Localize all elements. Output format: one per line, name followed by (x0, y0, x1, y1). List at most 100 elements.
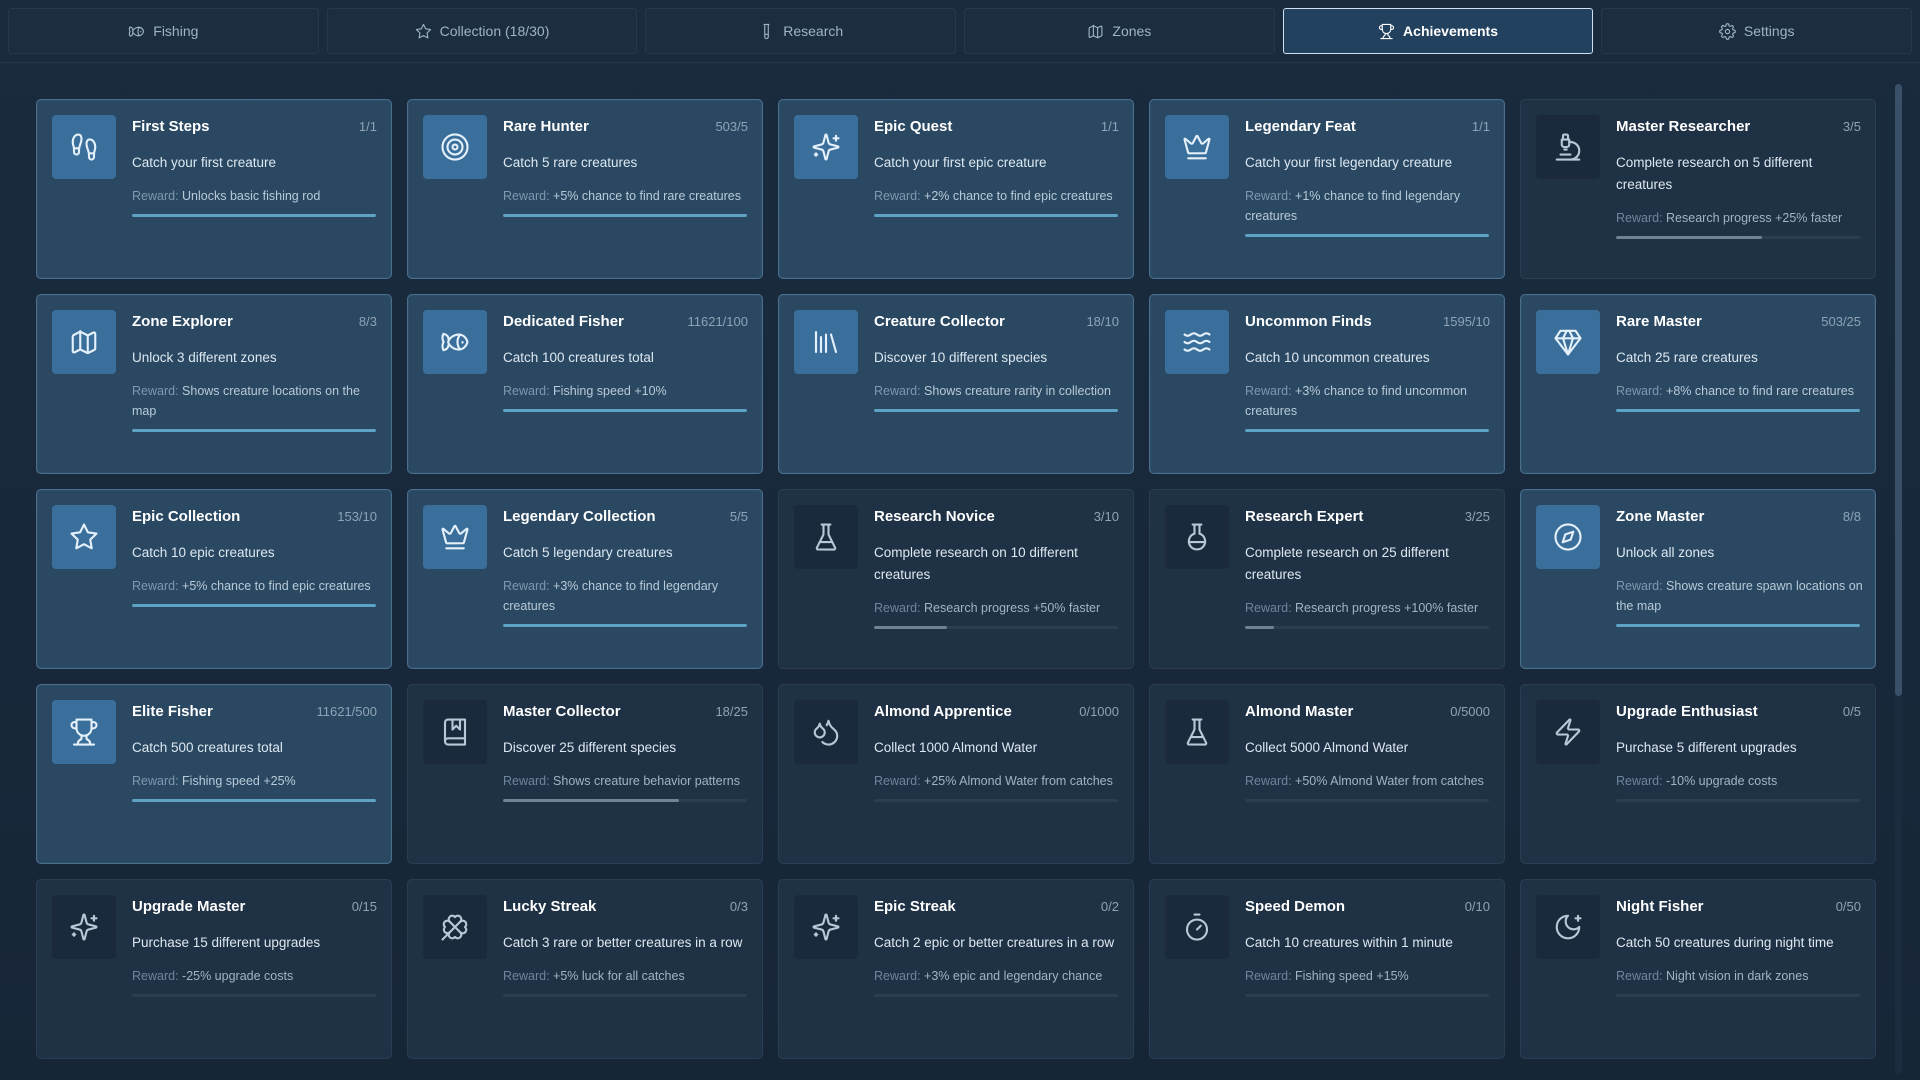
test-tube-icon (758, 23, 775, 40)
achievement-reward: Reward: Fishing speed +25% (132, 771, 382, 791)
star-icon (52, 505, 116, 569)
tab-research[interactable]: Research (645, 8, 957, 54)
map-icon (1087, 23, 1104, 40)
scrollbar-thumb[interactable] (1895, 84, 1902, 696)
achievement-card-speed-demon[interactable]: Speed Demon 0/10 Catch 10 creatures within… (1149, 879, 1505, 1059)
achievement-description: Unlock all zones (1616, 545, 1715, 560)
progress-fill (503, 799, 679, 802)
achievement-description: Complete research on 25 different creatu… (1245, 545, 1449, 582)
achievement-reward: Reward: +50% Almond Water from catches (1245, 771, 1495, 791)
achievement-progress-count: 0/2 (1100, 899, 1119, 914)
tab-label: Fishing (153, 23, 199, 39)
achievement-title: Elite Fisher (132, 703, 213, 720)
achievement-description: Unlock 3 different zones (132, 350, 277, 365)
achievement-card-epic-quest[interactable]: Epic Quest 1/1 Catch your first epic creat… (778, 99, 1134, 279)
progress-fill (132, 429, 376, 432)
achievement-progress-count: 0/3 (729, 899, 748, 914)
achievement-progress-count: 0/1000 (1079, 704, 1119, 719)
achievement-progress-bar (1616, 236, 1860, 239)
achievement-progress-count: 1/1 (358, 119, 377, 134)
achievement-card-zone-master[interactable]: Zone Master 8/8 Unlock all zones Reward: Sh… (1520, 489, 1876, 669)
achievement-reward: Reward: +3% chance to find legendary cre… (503, 576, 753, 616)
progress-fill (503, 409, 747, 412)
achievement-card-master-collector[interactable]: Master Collector 18/25 Discover 25 differe… (407, 684, 763, 864)
achievement-progress-count: 3/25 (1464, 509, 1490, 524)
achievement-card-lucky-streak[interactable]: Lucky Streak 0/3 Catch 3 rare or better cr… (407, 879, 763, 1059)
fish-icon (128, 23, 145, 40)
target-icon (423, 115, 487, 179)
achievement-reward: Reward: Shows creature locations on the … (132, 381, 382, 421)
achievement-card-uncommon-finds[interactable]: Uncommon Finds 1595/10 Catch 10 uncommon c… (1149, 294, 1505, 474)
achievement-description: Catch 5 rare creatures (503, 155, 638, 170)
progress-fill (1245, 234, 1489, 237)
crown-icon (1165, 115, 1229, 179)
achievement-card-rare-master[interactable]: Rare Master 503/25 Catch 25 rare creatures… (1520, 294, 1876, 474)
achievement-reward: Reward: +5% chance to find epic creature… (132, 576, 382, 596)
achievement-reward: Reward: Unlocks basic fishing rod (132, 186, 382, 206)
achievement-card-rare-hunter[interactable]: Rare Hunter 503/5 Catch 5 rare creatures Re… (407, 99, 763, 279)
reward-text: -10% upgrade costs (1666, 774, 1778, 788)
reward-label: Reward: (1616, 579, 1663, 593)
fish-icon (423, 310, 487, 374)
clover-icon (423, 895, 487, 959)
tab-settings[interactable]: Settings (1601, 8, 1913, 54)
achievement-description: Complete research on 10 different creatu… (874, 545, 1078, 582)
progress-fill (874, 214, 1118, 217)
achievement-progress-count: 0/15 (351, 899, 377, 914)
achievement-card-night-fisher[interactable]: Night Fisher 0/50 Catch 50 creatures durin… (1520, 879, 1876, 1059)
achievement-card-research-expert[interactable]: Research Expert 3/25 Complete research on … (1149, 489, 1505, 669)
achievement-progress-bar (1616, 409, 1860, 412)
moon-star-icon (1536, 895, 1600, 959)
achievement-progress-bar (874, 626, 1118, 629)
achievement-card-zone-explorer[interactable]: Zone Explorer 8/3 Unlock 3 different zones… (36, 294, 392, 474)
progress-fill (1616, 409, 1860, 412)
achievement-reward: Reward: -25% upgrade costs (132, 966, 382, 986)
achievement-card-epic-collection[interactable]: Epic Collection 153/10 Catch 10 epic creat… (36, 489, 392, 669)
achievement-card-legendary-collection[interactable]: Legendary Collection 5/5 Catch 5 legendary… (407, 489, 763, 669)
achievement-card-master-researcher[interactable]: Master Researcher 3/5 Complete research on… (1520, 99, 1876, 279)
tab-achievements[interactable]: Achievements (1282, 8, 1594, 54)
achievement-card-elite-fisher[interactable]: Elite Fisher 11621/500 Catch 500 creatures… (36, 684, 392, 864)
reward-label: Reward: (1245, 189, 1292, 203)
achievement-card-research-novice[interactable]: Research Novice 3/10 Complete research on … (778, 489, 1134, 669)
achievement-card-epic-streak[interactable]: Epic Streak 0/2 Catch 2 epic or better cre… (778, 879, 1134, 1059)
achievement-description: Discover 25 different species (503, 740, 677, 755)
tab-zones[interactable]: Zones (964, 8, 1275, 54)
droplets-icon (794, 700, 858, 764)
reward-text: Night vision in dark zones (1666, 969, 1809, 983)
achievement-progress-bar (1245, 429, 1489, 432)
achievement-description: Complete research on 5 different creatur… (1616, 155, 1813, 192)
achievement-description: Collect 5000 Almond Water (1245, 740, 1409, 755)
reward-label: Reward: (1616, 384, 1663, 398)
achievement-description: Catch 25 rare creatures (1616, 350, 1758, 365)
achievement-progress-bar (132, 429, 376, 432)
achievement-title: Night Fisher (1616, 898, 1704, 915)
achievement-card-almond-master[interactable]: Almond Master 0/5000 Collect 5000 Almond W… (1149, 684, 1505, 864)
tab-fishing[interactable]: Fishing (8, 8, 319, 54)
waves-icon (1165, 310, 1229, 374)
reward-label: Reward: (874, 601, 921, 615)
achievement-card-legendary-feat[interactable]: Legendary Feat 1/1 Catch your first legend… (1149, 99, 1505, 279)
achievement-card-upgrade-master[interactable]: Upgrade Master 0/15 Purchase 15 different … (36, 879, 392, 1059)
achievement-card-creature-collector[interactable]: Creature Collector 18/10 Discover 10 diffe… (778, 294, 1134, 474)
achievement-card-upgrade-enthusiast[interactable]: Upgrade Enthusiast 0/5 Purchase 5 differen… (1520, 684, 1876, 864)
achievement-progress-bar (503, 994, 747, 997)
tab-collection[interactable]: Collection (18/30) (326, 8, 638, 54)
achievement-progress-count: 0/10 (1464, 899, 1490, 914)
tab-label: Collection (18/30) (439, 23, 550, 39)
achievement-card-first-steps[interactable]: First Steps 1/1 Catch your first creature R… (36, 99, 392, 279)
achievement-progress-bar (1616, 799, 1860, 802)
achievement-title: Creature Collector (874, 313, 1005, 330)
achievement-reward: Reward: Fishing speed +10% (503, 381, 753, 401)
zap-icon (1536, 700, 1600, 764)
achievement-progress-bar (1616, 624, 1860, 627)
achievement-reward: Reward: Research progress +50% faster (874, 598, 1124, 618)
achievement-card-dedicated-fisher[interactable]: Dedicated Fisher 11621/100 Catch 100 creat… (407, 294, 763, 474)
achievement-title: Epic Collection (132, 508, 241, 525)
achievement-progress-count: 3/10 (1093, 509, 1119, 524)
achievement-card-almond-apprentice[interactable]: Almond Apprentice 0/1000 Collect 1000 Almo… (778, 684, 1134, 864)
reward-text: +5% chance to find rare creatures (553, 189, 741, 203)
achievement-progress-bar (132, 604, 376, 607)
progress-fill (503, 624, 747, 627)
progress-fill (132, 214, 376, 217)
